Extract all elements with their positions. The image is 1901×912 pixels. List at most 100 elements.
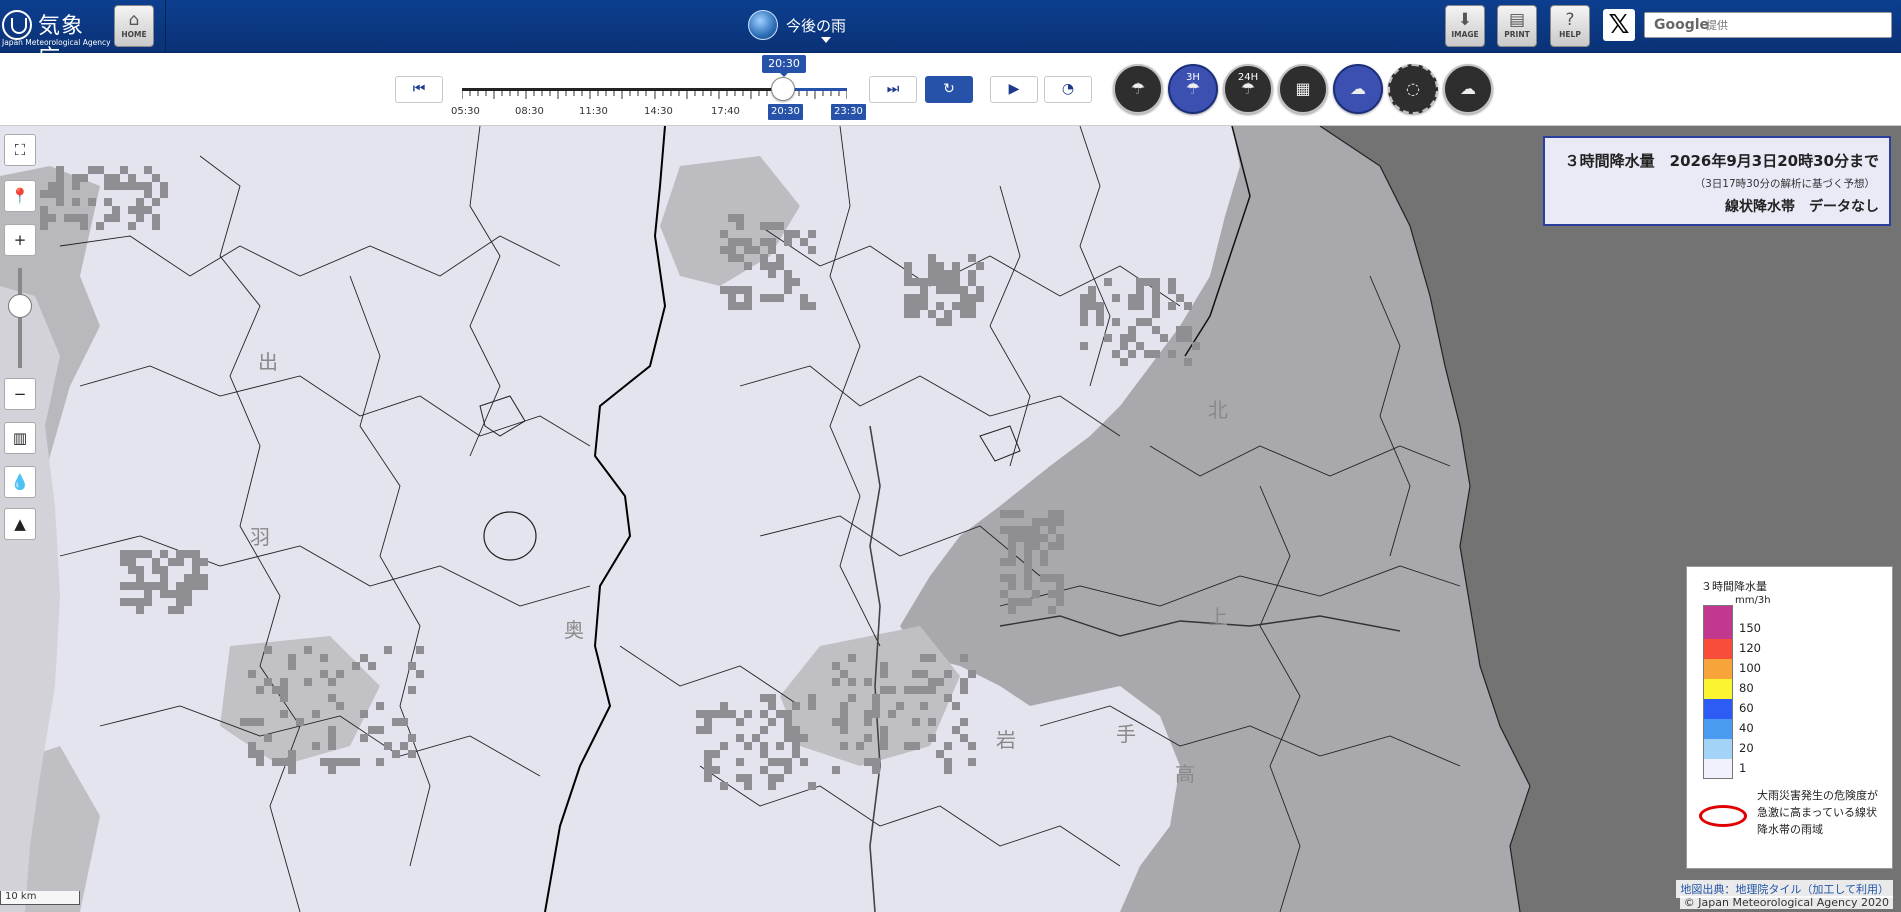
home-icon: ⌂	[128, 10, 140, 30]
rain-cell	[1152, 278, 1160, 286]
rain-cell	[72, 174, 80, 182]
location-button[interactable]: 📍	[4, 180, 36, 212]
rain-cell	[104, 174, 112, 182]
speed-button[interactable]: ◔	[1044, 76, 1092, 103]
rain-cell	[1080, 342, 1088, 350]
rain-cell	[112, 214, 120, 222]
zoom-out-button[interactable]: −	[4, 378, 36, 410]
rain-cell	[960, 286, 968, 294]
legend-level-label: 60	[1739, 701, 1754, 715]
rain-cell	[328, 678, 336, 686]
rain-cell	[128, 174, 136, 182]
rainband-status: 線状降水帯 データなし	[1725, 199, 1879, 215]
rain-cell	[920, 286, 928, 294]
jma-logo[interactable]: 気象庁 Japan Meteorological Agency	[2, 6, 111, 71]
chevron-down-icon[interactable]	[821, 37, 831, 43]
google-search-box[interactable]: Google	[1644, 12, 1892, 38]
rain-cell	[1128, 294, 1136, 302]
forecast-period-title: ３時間降水量 2026年9月3日20時30分まで	[1564, 152, 1879, 170]
reload-button[interactable]: ↻	[925, 76, 973, 103]
x-share-icon[interactable]: 𝕏	[1603, 9, 1635, 41]
print-button[interactable]: ▤ PRINT	[1497, 5, 1537, 47]
time-tick-label: 17:40	[711, 106, 740, 117]
legend-swatch-top	[1703, 605, 1733, 619]
search-input[interactable]	[1706, 16, 1886, 34]
rain-cell	[288, 766, 296, 774]
rain-cell	[184, 582, 192, 590]
last-frame-button[interactable]: ⏭	[869, 76, 917, 103]
play-button[interactable]: ▶	[990, 76, 1038, 103]
water-layer-button[interactable]: 💧	[4, 466, 36, 498]
rain-cell	[952, 726, 960, 734]
grid-layer-button[interactable]: ▦	[1278, 64, 1328, 114]
rain-cell	[1008, 574, 1016, 582]
rain-cell	[1136, 342, 1144, 350]
rain-cell	[408, 750, 416, 758]
time-slider-handle[interactable]	[771, 77, 795, 101]
rain-cell	[1128, 334, 1136, 342]
rain-cell	[280, 758, 288, 766]
page-title-menu[interactable]: 今後の雨	[748, 10, 846, 40]
rain-cell	[872, 710, 880, 718]
rain-cell	[848, 694, 856, 702]
rain-cell	[728, 710, 736, 718]
rain-3h-layer-button[interactable]: 3H ☂	[1168, 64, 1218, 114]
rain-cell	[808, 302, 816, 310]
rain-cell	[1008, 510, 1016, 518]
rain-cell	[768, 694, 776, 702]
rain-cell	[168, 558, 176, 566]
rain-now-layer-button[interactable]: ☂	[1113, 64, 1163, 114]
rain-cell	[776, 774, 784, 782]
rain-cell	[744, 302, 752, 310]
rain-cell	[376, 702, 384, 710]
wind-layer-button[interactable]: ☁	[1443, 64, 1493, 114]
help-button[interactable]: ? HELP	[1550, 5, 1590, 47]
dashed-outline-layer-button[interactable]: ◌	[1388, 64, 1438, 114]
rain-cell	[176, 550, 184, 558]
rain-cell	[320, 758, 328, 766]
fullscreen-button[interactable]: ⛶	[4, 134, 36, 166]
region-label: 北	[1208, 398, 1228, 422]
rain-cell	[112, 206, 120, 214]
terrain-button[interactable]: ▲	[4, 508, 36, 540]
home-button[interactable]: ⌂ HOME	[114, 5, 154, 47]
rain-cell	[1056, 598, 1064, 606]
time-tick-label: 11:30	[579, 106, 608, 117]
rain-cell	[744, 710, 752, 718]
rain-cell	[744, 286, 752, 294]
map-view[interactable]: 出 羽 奥 北 上 高 手 岩	[0, 126, 1901, 912]
rain-cell	[872, 694, 880, 702]
rain-cell	[312, 742, 320, 750]
zoom-in-button[interactable]: +	[4, 224, 36, 256]
map-style-button[interactable]: ▥	[4, 422, 36, 454]
zoom-slider-track[interactable]	[18, 268, 22, 368]
rain-cell	[280, 686, 288, 694]
rain-cell	[784, 758, 792, 766]
image-button[interactable]: ⬇ IMAGE	[1445, 5, 1485, 47]
rain-cell	[1096, 302, 1104, 310]
rain-cell	[760, 222, 768, 230]
rain-cell	[752, 734, 760, 742]
rain-cell	[744, 294, 752, 302]
rain-cell	[832, 766, 840, 774]
rain-cell	[768, 294, 776, 302]
rain-cell	[1056, 590, 1064, 598]
rain-cell	[960, 718, 968, 726]
rain-cell	[776, 262, 784, 270]
rain-cell	[976, 294, 984, 302]
rain-cell	[1104, 278, 1112, 286]
zoom-slider-handle[interactable]	[8, 294, 32, 318]
legend-swatch	[1703, 699, 1733, 719]
rainband-icon: ☁	[1350, 79, 1366, 98]
first-frame-button[interactable]: ⏮	[395, 76, 443, 103]
linear-rainband-layer-button[interactable]: ☁	[1333, 64, 1383, 114]
rain-cell	[192, 582, 200, 590]
rain-cell	[976, 262, 984, 270]
rain-cell	[1080, 294, 1088, 302]
rain-24h-layer-button[interactable]: 24H ☂	[1223, 64, 1273, 114]
rain-cell	[760, 726, 768, 734]
rain-cell	[912, 278, 920, 286]
rain-cell	[144, 590, 152, 598]
rain-cell	[152, 558, 160, 566]
rain-cell	[760, 238, 768, 246]
